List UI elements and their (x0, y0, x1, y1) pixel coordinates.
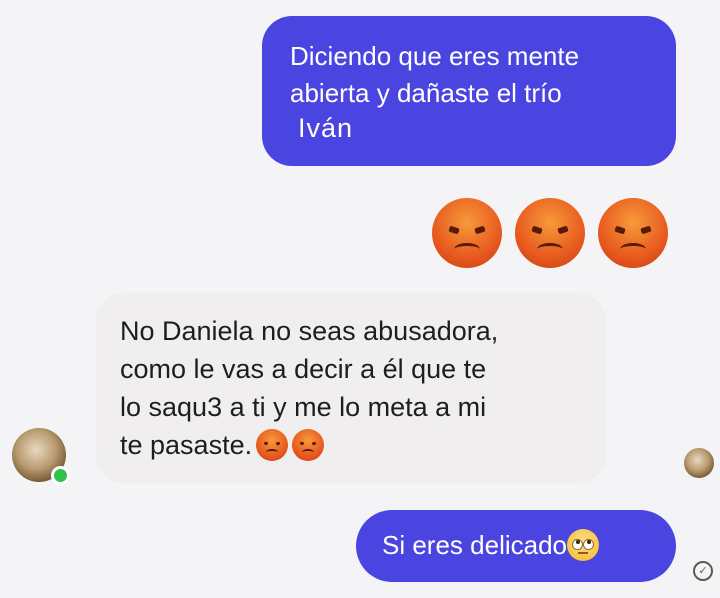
outgoing-message-bubble[interactable]: Diciendo que eres mente abierta y dañast… (262, 16, 676, 166)
angry-face-icon[interactable] (432, 198, 502, 268)
angry-face-icon[interactable] (515, 198, 585, 268)
message-line: abierta y dañaste el trío (290, 78, 562, 108)
message-text: No Daniela no seas abusadora, como le va… (120, 312, 498, 464)
message-text: Si eres delicado (382, 527, 599, 564)
message-line: No Daniela no seas abusadora, (120, 316, 499, 346)
rolling-eyes-face-icon (567, 529, 599, 562)
angry-face-icon (292, 428, 325, 461)
check-circle-icon: ✓ (693, 561, 713, 581)
angry-face-icon (256, 428, 289, 461)
message-line-last: te pasaste. (120, 426, 498, 464)
incoming-message-bubble[interactable]: No Daniela no seas abusadora, como le va… (96, 292, 606, 484)
outgoing-message-bubble[interactable]: Si eres delicado (356, 510, 676, 582)
message-line: te pasaste. (120, 430, 253, 460)
message-line: como le vas a decir a él que te (120, 354, 487, 384)
seen-avatar-icon (684, 448, 714, 478)
message-text-content: Si eres delicado (382, 530, 567, 560)
message-line: lo saqu3 a ti y me lo meta a mi (120, 392, 487, 422)
message-text: Diciendo que eres mente abierta y dañast… (290, 38, 579, 112)
online-status-dot (51, 466, 70, 485)
overlay-name-text: Iván (298, 113, 354, 143)
angry-face-icon[interactable] (598, 198, 668, 268)
message-line: Diciendo que eres mente (290, 41, 580, 71)
